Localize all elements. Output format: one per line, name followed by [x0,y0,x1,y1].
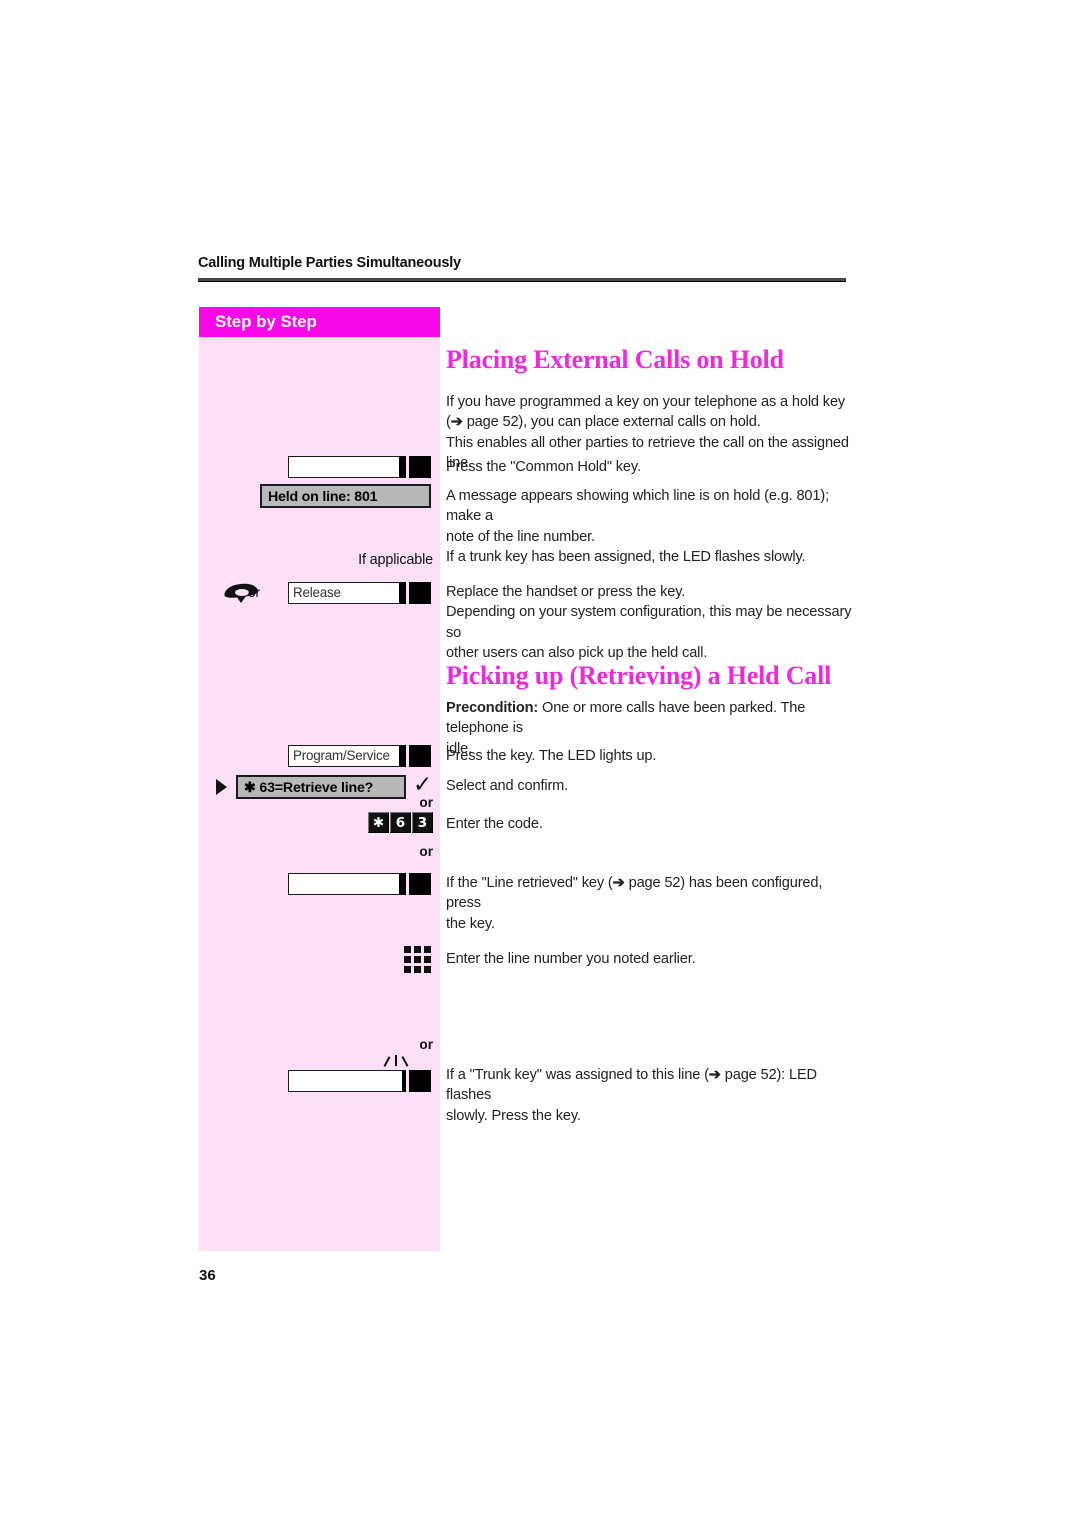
release-led-icon [409,582,431,604]
dialpad-cell-4 [404,956,411,963]
keypad-key-6[interactable]: 6 [390,812,411,833]
manual-page: Calling Multiple Parties Simultaneously … [0,0,1080,1528]
trunk-function-key[interactable] [288,1070,431,1092]
precondition-label: Precondition: [446,700,539,716]
release-key-label: Release [293,585,341,600]
enter-code-instruction: Enter the code. [446,816,543,832]
release-or-label: or [247,585,261,600]
intro-line-2-post: page 52), you can place external calls o… [462,414,761,431]
section-heading-picking-up-a-held-call: Picking up (Retrieving) a Held Call [446,661,832,690]
line-retrieved-text-pre: If the "Line retrieved" key ( [446,875,613,891]
dialpad-icon[interactable] [404,946,432,974]
release-instruction: Replace the handset or press the key. De… [446,582,854,663]
line-retrieved-function-key[interactable] [288,873,431,895]
line-retrieved-led-icon [409,873,431,895]
dialpad-cell-8 [414,966,421,973]
line-retrieved-text-line-2: the key. [446,915,495,932]
running-header: Calling Multiple Parties Simultaneously [198,255,461,271]
dialpad-cell-5 [414,956,421,963]
dialpad-cell-9 [424,966,431,973]
section-heading-placing-external-calls-on-hold: Placing External Calls on Hold [446,345,784,374]
confirm-checkmark-icon[interactable]: ✓ [413,774,432,797]
menu-selection-triangle-icon [216,779,227,795]
program-service-led-icon [409,745,431,767]
select-confirm-instruction: Select and confirm. [446,778,569,794]
held-on-line-instruction: A message appears showing which line is … [446,486,854,567]
trunk-key-text-pre: If a "Trunk key" was assigned to this li… [446,1067,709,1083]
trunk-led-icon [409,1070,431,1092]
enter-line-number-instruction: Enter the line number you noted earlier. [446,951,696,967]
led-flashing-icon [383,1055,409,1069]
page-ref-arrow-icon: ➔ [708,1067,721,1083]
held-on-line-instruction-line-1: A message appears showing which line is … [446,488,829,525]
if-applicable-note: If applicable [358,552,433,568]
release-key-cap[interactable]: Release [288,582,406,604]
intro-line-1: If you have programmed a key on your tel… [446,394,846,410]
trunk-key-instruction: If a "Trunk key" was assigned to this li… [446,1065,854,1126]
dialpad-cell-1 [404,946,411,953]
enter-code-or-label: or [419,795,433,810]
program-service-key-label: Program/Service [293,748,390,763]
page-ref-arrow-icon: ➔ [450,414,463,431]
common-hold-function-key[interactable] [288,456,431,478]
held-on-line-display: Held on line: 801 [260,484,431,508]
release-instruction-line-2: Depending on your system configuration, … [446,604,852,641]
dialpad-cell-6 [424,956,431,963]
release-function-key[interactable]: Release [288,582,431,604]
step-by-step-label: Step by Step [215,312,317,331]
held-on-line-instruction-line-2: note of the line number. [446,528,595,545]
dialpad-cell-7 [404,966,411,973]
release-instruction-line-1: Replace the handset or press the key. [446,584,686,600]
page-ref-arrow-icon: ➔ [612,875,625,891]
common-hold-key-cap[interactable] [288,456,406,478]
release-instruction-line-3: other users can also pick up the held ca… [446,644,708,661]
trunk-key-cap[interactable] [288,1070,406,1092]
common-hold-led-icon [409,456,431,478]
program-service-instruction: Press the key. The LED lights up. [446,748,657,764]
dialpad-cell-3 [424,946,431,953]
header-rule [198,278,846,282]
keypad-key-3[interactable]: 3 [412,812,433,833]
trunk-key-text-line-2: slowly. Press the key. [446,1107,581,1124]
keypad-key-asterisk[interactable]: ✱ [368,812,389,833]
line-retrieved-key-cap[interactable] [288,873,406,895]
dialpad-cell-2 [414,946,421,953]
program-service-key-cap[interactable]: Program/Service [288,745,406,767]
program-service-function-key[interactable]: Program/Service [288,745,431,767]
page-number: 36 [199,1267,216,1284]
trunk-key-or-label: or [419,1037,433,1052]
common-hold-instruction: Press the "Common Hold" key. [446,459,641,475]
line-retrieved-instruction: If the "Line retrieved" key (➔ page 52) … [446,873,854,934]
held-on-line-instruction-line-3: If a trunk key has been assigned, the LE… [446,548,806,565]
line-retrieved-or-label: or [419,844,433,859]
